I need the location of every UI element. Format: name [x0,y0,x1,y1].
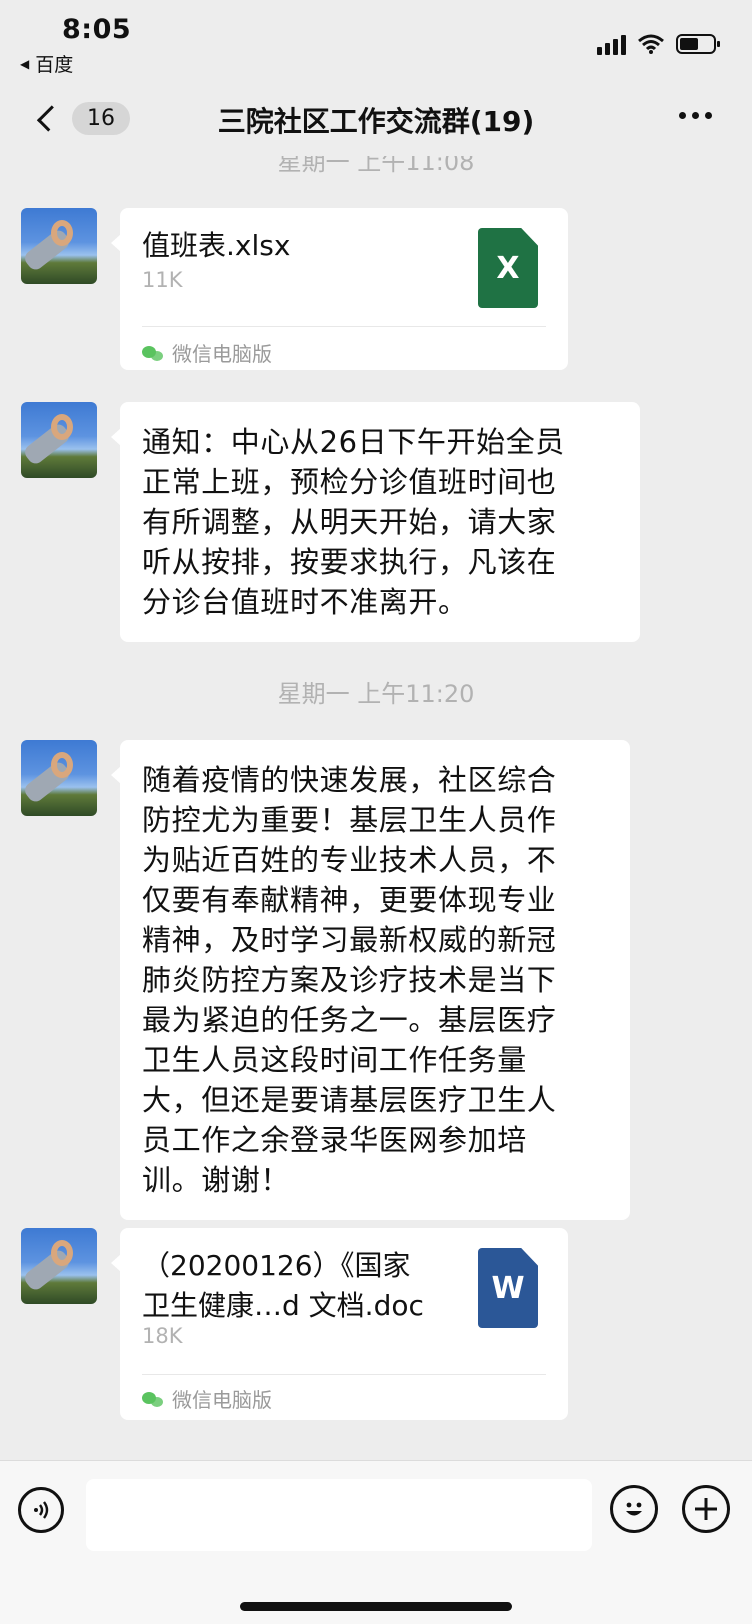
file-size: 11K [142,268,183,292]
back-triangle-icon: ◀ [20,56,30,71]
status-bar: 8:05 ◀ 百度 [0,0,752,80]
plus-sign-icon [695,1498,717,1520]
excel-file-icon: X [478,228,538,308]
chat-area[interactable]: 星期一 上午11:08 值班表.xlsx 11K X 微信电脑版 通知：中心从2… [0,156,752,1460]
divider [142,1374,546,1375]
file-source: 微信电脑版 [142,338,272,367]
file-name: 值班表.xlsx [142,229,291,262]
input-bar [0,1460,752,1624]
avatar[interactable] [21,1228,97,1304]
file-name: （20200126）《国家 卫生健康…d 文档.doc [142,1249,424,1322]
timestamp: 星期一 上午11:08 [277,156,475,176]
wechat-icon [142,1390,164,1408]
dot-icon [679,112,686,119]
plus-icon[interactable] [682,1485,730,1533]
voice-icon[interactable] [18,1487,64,1533]
avatar[interactable] [21,208,97,284]
home-indicator[interactable] [240,1602,512,1611]
divider [142,326,546,327]
text-message[interactable]: 通知：中心从26日下午开始全员 正常上班，预检分诊值班时间也 有所调整，从明天开… [111,402,640,642]
dot-icon [705,112,712,119]
wifi-icon [638,34,664,54]
timestamp: 星期一 上午11:20 [277,680,475,708]
back-to-app-link[interactable]: ◀ 百度 [20,50,73,77]
avatar[interactable] [21,402,97,478]
emoji-icon[interactable] [610,1485,658,1533]
word-file-icon: W [478,1248,538,1328]
dot-icon [692,112,699,119]
source-label: 微信电脑版 [172,342,272,366]
file-source: 微信电脑版 [142,1384,272,1413]
smiley-icon [626,1502,642,1516]
file-size: 18K [142,1324,183,1348]
wechat-icon [142,344,164,362]
back-app-label: 百度 [35,54,74,76]
source-label: 微信电脑版 [172,1388,272,1412]
chat-title: 三院社区工作交流群(19) [217,105,535,138]
message-input[interactable] [86,1479,592,1551]
text-message[interactable]: 随着疫情的快速发展，社区综合 防控尤为重要！基层卫生人员作 为贴近百姓的专业技术… [111,740,630,1220]
status-icons [597,33,720,55]
nav-bar: 16 三院社区工作交流群(19) [0,80,752,156]
file-message[interactable]: （20200126）《国家 卫生健康…d 文档.doc 18K W 微信电脑版 [111,1228,568,1420]
clock: 8:05 [62,14,132,45]
more-options-button[interactable] [679,112,712,119]
voice-wave-icon [34,1501,49,1519]
battery-icon [676,34,720,54]
file-message[interactable]: 值班表.xlsx 11K X 微信电脑版 [111,208,568,370]
signal-icon [597,33,626,55]
avatar[interactable] [21,740,97,816]
